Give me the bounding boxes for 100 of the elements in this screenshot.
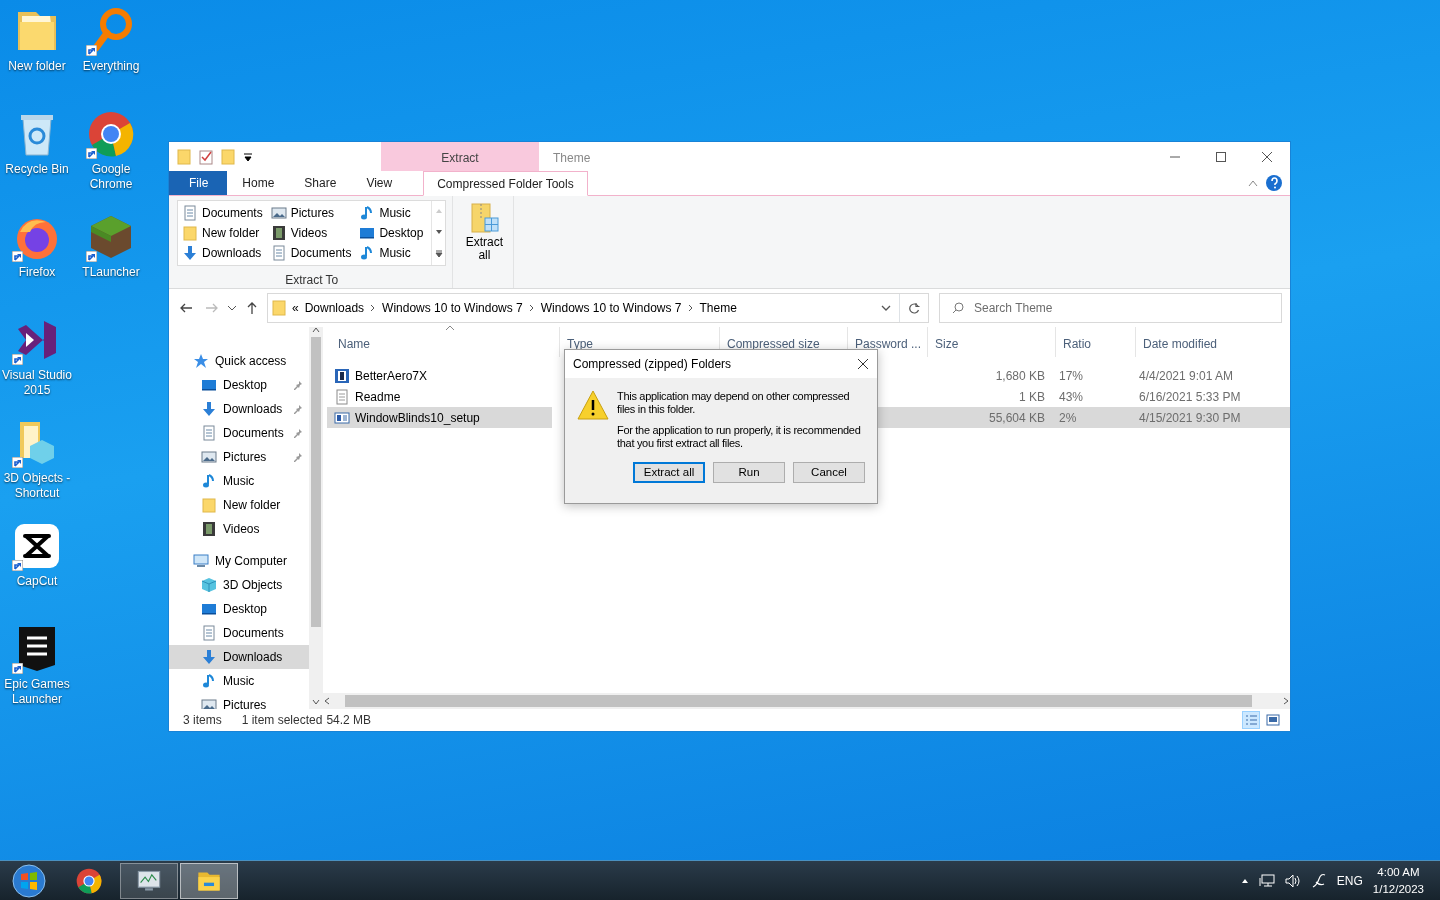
shortcut-arrow-icon <box>12 663 23 674</box>
shortcut-arrow-icon <box>86 45 97 56</box>
file-row[interactable]: Readme <box>327 386 552 407</box>
language-indicator[interactable]: ENG <box>1336 871 1363 890</box>
nav-item[interactable]: Pictures <box>169 693 309 709</box>
table-cell: 4/15/2021 9:30 PM <box>1132 407 1290 428</box>
search-field[interactable]: Search Theme <box>972 298 1172 318</box>
breadcrumb-overflow[interactable]: « <box>292 299 299 317</box>
taskbar-button[interactable] <box>120 862 178 899</box>
dialog-button[interactable]: Run <box>713 462 785 483</box>
document-icon <box>182 205 198 221</box>
extract-all-button[interactable]: Extract all <box>461 200 508 264</box>
window-title: Theme <box>552 150 592 167</box>
dialog-button[interactable]: Extract all <box>633 462 705 483</box>
dialog-title: Compressed (zipped) Folders <box>573 356 733 373</box>
horizontal-scrollbar[interactable] <box>323 693 1290 709</box>
breadcrumb[interactable]: Windows 10 to Windows 7 <box>382 299 523 317</box>
scroll-down-icon[interactable] <box>312 699 320 705</box>
clock-time[interactable]: 4:00 AM <box>1372 863 1424 881</box>
pen-icon[interactable] <box>1310 872 1327 889</box>
nav-item[interactable]: Pictures <box>169 445 309 469</box>
column-header[interactable]: Name <box>331 327 560 357</box>
breadcrumb[interactable]: Theme <box>699 299 737 317</box>
nav-item[interactable]: Desktop <box>169 597 309 621</box>
folder-icon <box>272 300 286 316</box>
nav-item[interactable]: My Computer <box>169 549 309 573</box>
dialog-button[interactable]: Cancel <box>793 462 865 483</box>
ribbon-tab[interactable]: Share <box>289 171 352 195</box>
destination-item[interactable]: Music <box>359 203 428 223</box>
destination-item[interactable]: Desktop <box>359 223 428 243</box>
nav-item[interactable]: Downloads <box>169 397 309 421</box>
ribbon-tab[interactable]: View <box>351 171 408 195</box>
more-icon[interactable] <box>434 249 443 258</box>
maximize-icon[interactable] <box>1215 150 1227 163</box>
scroll-left-icon[interactable] <box>323 697 331 705</box>
volume-icon[interactable] <box>1284 873 1301 888</box>
column-header[interactable]: Size <box>928 327 1056 357</box>
nav-item[interactable]: New folder <box>169 493 309 517</box>
table-cell-text: 1,680 KB <box>994 367 1046 385</box>
collapse-ribbon-icon[interactable] <box>1248 179 1258 187</box>
dropdown-caret-icon[interactable] <box>881 304 891 312</box>
folder-icon <box>201 497 217 513</box>
address-bar[interactable]: « Downloads Windows 10 to Windows 7 Windows 10 to Windows 7 Theme <box>267 293 929 323</box>
destination-item[interactable]: Documents <box>182 203 267 223</box>
desktop-icon <box>201 377 217 393</box>
nav-item[interactable]: Documents <box>169 421 309 445</box>
search-icon <box>952 302 964 314</box>
scrollbar-thumb[interactable] <box>311 337 321 627</box>
column-header[interactable]: Ratio <box>1056 327 1136 357</box>
nav-item[interactable]: Downloads <box>169 645 309 669</box>
chrome-icon[interactable] <box>86 109 136 159</box>
destination-item[interactable]: Videos <box>270 223 356 243</box>
file-name: WindowBlinds10_setup <box>355 409 480 427</box>
destination-item[interactable]: Documents <box>270 243 356 263</box>
file-row[interactable]: BetterAero7X <box>327 365 552 386</box>
refresh-icon[interactable] <box>908 302 920 314</box>
show-hidden-icons-icon[interactable] <box>1240 877 1249 884</box>
nav-item[interactable]: Desktop <box>169 373 309 397</box>
back-arrow-icon[interactable] <box>179 301 193 315</box>
destination-item[interactable]: New folder <box>182 223 267 243</box>
status-text: 3 items <box>183 712 222 729</box>
destination-item[interactable]: Pictures <box>270 203 356 223</box>
start-button[interactable] <box>12 863 46 898</box>
nav-item[interactable]: Videos <box>169 517 309 541</box>
scrollbar-thumb[interactable] <box>345 695 1252 707</box>
nav-item[interactable]: Quick access <box>169 349 309 373</box>
close-icon[interactable] <box>857 358 869 370</box>
column-header[interactable]: Date modified <box>1136 327 1290 357</box>
network-icon[interactable] <box>1258 873 1275 888</box>
scroll-right-icon[interactable] <box>1282 697 1290 705</box>
up-arrow-icon[interactable] <box>245 301 259 315</box>
properties-icon[interactable] <box>199 148 213 165</box>
breadcrumb[interactable]: Downloads <box>304 299 365 317</box>
nav-item[interactable]: Music <box>169 469 309 493</box>
customize-caret-icon[interactable] <box>243 151 253 162</box>
nav-item[interactable]: Music <box>169 669 309 693</box>
file-tab[interactable]: File <box>169 171 228 195</box>
search-box[interactable]: Search Theme <box>939 293 1282 323</box>
help-icon[interactable] <box>1266 175 1282 191</box>
scroll-down-icon[interactable] <box>434 229 443 235</box>
destination-item[interactable]: Downloads <box>182 243 267 263</box>
ribbon-tab[interactable]: Home <box>227 171 290 195</box>
dialog-message: For the application to run properly, it is recommended that you first extract all files. <box>617 424 862 450</box>
chrome-icon <box>75 866 103 895</box>
large-icons-view-icon[interactable] <box>1264 711 1282 729</box>
shortcut-arrow-icon <box>12 457 23 468</box>
breadcrumb[interactable]: Windows 10 to Windows 7 <box>540 299 682 317</box>
clock-date[interactable]: 1/12/2023 <box>1372 880 1424 898</box>
ribbon-tab[interactable]: Compressed Folder Tools <box>423 171 588 196</box>
vertical-scrollbar[interactable] <box>309 327 323 709</box>
nav-item[interactable]: 3D Objects <box>169 573 309 597</box>
taskbar-button[interactable] <box>180 862 238 899</box>
zipped-folder-icon <box>468 202 501 236</box>
recent-locations-caret-icon[interactable] <box>227 304 237 312</box>
destination-item[interactable]: Music <box>359 243 428 263</box>
scroll-up-icon[interactable] <box>312 327 320 333</box>
close-icon[interactable] <box>1261 150 1273 163</box>
nav-item[interactable]: Documents <box>169 621 309 645</box>
capcut-icon[interactable] <box>12 521 62 571</box>
file-row[interactable]: WindowBlinds10_setup <box>327 407 552 428</box>
